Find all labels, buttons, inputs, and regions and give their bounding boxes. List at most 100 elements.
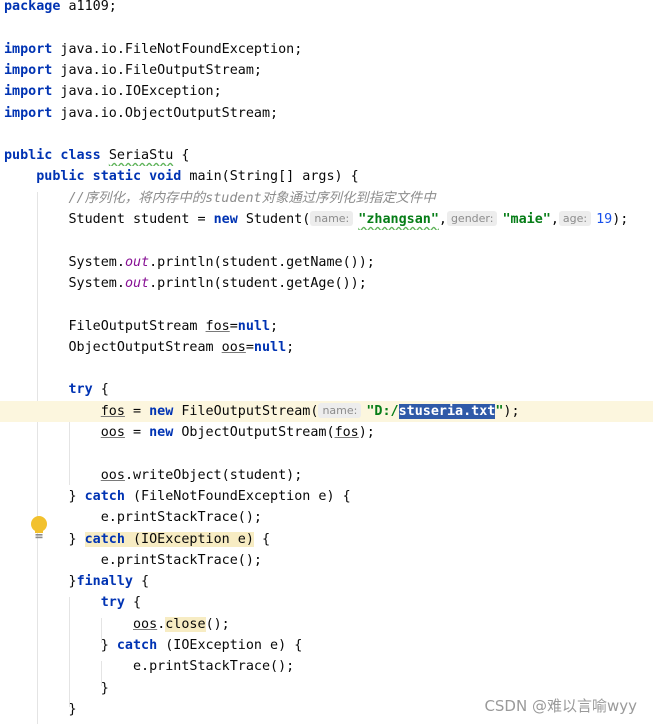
code-text: Student student = new Student(name: "zhan… bbox=[4, 209, 628, 230]
code-line[interactable]: } catch (FileNotFoundException e) { bbox=[0, 486, 653, 507]
code-line[interactable]: public static void main(String[] args) { bbox=[0, 166, 653, 187]
string-token: "zhangsan" bbox=[358, 212, 439, 227]
code-text: oos.writeObject(student); bbox=[4, 465, 303, 486]
code-line-current[interactable]: fos = new FileOutputStream(name: "D:/stus… bbox=[0, 400, 653, 422]
code-text: public static void main(String[] args) { bbox=[4, 166, 359, 187]
keyword-token: catch bbox=[84, 488, 125, 504]
code-line[interactable]: ObjectOutputStream oos=null; bbox=[0, 337, 653, 358]
code-line[interactable]: import java.io.ObjectOutputStream; bbox=[0, 103, 653, 124]
code-token: main(String[] args) { bbox=[181, 169, 359, 185]
code-token: fos bbox=[334, 425, 359, 440]
selected-text: stuseria.txt bbox=[398, 403, 496, 419]
code-token: = bbox=[245, 339, 254, 355]
code-token: { bbox=[92, 382, 109, 398]
code-text: public class SeriaStu { bbox=[4, 145, 189, 166]
keyword-token: import bbox=[4, 84, 53, 100]
code-token: java.io.IOException; bbox=[52, 84, 222, 100]
code-line[interactable]: import java.io.IOException; bbox=[0, 81, 653, 102]
code-text: oos.close(); bbox=[4, 614, 230, 635]
code-line[interactable]: e.printStackTrace(); bbox=[0, 656, 653, 677]
code-token: .println(student.getName()); bbox=[149, 254, 375, 270]
code-token: e.printStackTrace(); bbox=[4, 552, 262, 568]
code-line[interactable]: System.out.println(student.getAge()); bbox=[0, 273, 653, 294]
code-text: fos = new FileOutputStream(name: "D:/stus… bbox=[4, 401, 520, 422]
code-line[interactable]: FileOutputStream fos=null; bbox=[0, 316, 653, 337]
code-token: out bbox=[124, 275, 150, 291]
code-token: e.printStackTrace(); bbox=[4, 659, 295, 675]
code-token: } bbox=[4, 574, 77, 590]
code-token: , bbox=[438, 212, 447, 227]
code-line[interactable]: package a1109; bbox=[0, 0, 653, 17]
code-token: oos bbox=[133, 616, 158, 632]
code-line[interactable]: } catch (IOException e) { bbox=[0, 635, 653, 656]
code-token: ; bbox=[286, 339, 295, 355]
code-token: FileOutputStream( bbox=[173, 403, 319, 419]
code-line[interactable]: oos.close(); bbox=[0, 614, 653, 635]
code-token: ObjectOutputStream bbox=[4, 339, 222, 355]
code-token: { bbox=[253, 531, 271, 547]
code-token: Student student = bbox=[4, 212, 214, 227]
keyword-token: finally bbox=[76, 574, 133, 590]
code-text: e.printStackTrace(); bbox=[4, 550, 262, 571]
code-token: (); bbox=[205, 616, 230, 632]
code-line[interactable]: import java.io.FileNotFoundException; bbox=[0, 39, 653, 60]
keyword-token: public class bbox=[4, 148, 101, 164]
code-token: System. bbox=[4, 275, 125, 291]
keyword-token: import bbox=[4, 41, 53, 57]
code-text: } catch (FileNotFoundException e) { bbox=[4, 486, 351, 507]
code-line[interactable]: e.printStackTrace(); bbox=[0, 507, 653, 528]
code-line[interactable]: try { bbox=[0, 379, 653, 400]
code-token: fos bbox=[205, 318, 230, 334]
code-text: oos = new ObjectOutputStream(fos); bbox=[4, 422, 375, 443]
code-token: out bbox=[124, 254, 150, 270]
parameter-hint: name: bbox=[318, 402, 362, 418]
code-token: (IOException e) { bbox=[157, 638, 303, 653]
keyword-token: new bbox=[149, 403, 174, 419]
keyword-token: catch bbox=[84, 531, 125, 547]
code-text: try { bbox=[4, 379, 109, 400]
code-token: oos bbox=[100, 425, 125, 440]
parameter-hint: age: bbox=[558, 211, 592, 226]
code-text: import java.io.FileNotFoundException; bbox=[4, 39, 302, 60]
code-text: }finally { bbox=[4, 571, 149, 592]
parameter-hint: gender: bbox=[446, 211, 498, 226]
code-editor[interactable]: package a1109; import java.io.FileNotFoun… bbox=[0, 0, 653, 724]
code-line[interactable]: System.out.println(student.getName()); bbox=[0, 252, 653, 273]
code-line[interactable]: oos.writeObject(student); bbox=[0, 465, 653, 486]
code-line[interactable]: import java.io.FileOutputStream; bbox=[0, 60, 653, 81]
keyword-token: try bbox=[100, 595, 125, 611]
code-token: oos bbox=[221, 339, 246, 355]
keyword-token: try bbox=[68, 382, 93, 398]
code-text: } bbox=[4, 678, 109, 699]
code-token: } bbox=[4, 638, 117, 653]
code-text: System.out.println(student.getAge()); bbox=[4, 273, 366, 294]
keyword-token: import bbox=[4, 105, 53, 121]
keyword-token: import bbox=[4, 62, 53, 78]
code-line[interactable]: e.printStackTrace(); bbox=[0, 550, 653, 571]
code-token: FileOutputStream bbox=[4, 318, 206, 334]
code-line[interactable]: oos = new ObjectOutputStream(fos); bbox=[0, 422, 653, 443]
code-token: = bbox=[124, 403, 150, 419]
code-line[interactable]: Student student = new Student(name: "zhan… bbox=[0, 209, 653, 230]
code-line[interactable]: } catch (IOException e) { bbox=[0, 529, 653, 550]
code-line[interactable]: public class SeriaStu { bbox=[0, 145, 653, 166]
code-token: java.io.FileOutputStream; bbox=[52, 62, 262, 78]
code-line[interactable]: }finally { bbox=[0, 571, 653, 592]
watermark: CSDN @难以言喻wyy bbox=[484, 697, 637, 715]
keyword-token: catch bbox=[116, 638, 158, 653]
code-token: System. bbox=[4, 254, 125, 270]
lightbulb-icon[interactable] bbox=[29, 515, 49, 539]
code-text: try { bbox=[4, 592, 141, 613]
code-token: (FileNotFoundException e) { bbox=[124, 488, 351, 504]
comment-token: //序列化，将内存中的student对象通过序列化到指定文件中 bbox=[68, 190, 436, 206]
code-token: java.io.ObjectOutputStream; bbox=[52, 105, 279, 121]
code-line[interactable]: //序列化，将内存中的student对象通过序列化到指定文件中 bbox=[0, 188, 653, 209]
code-token: { bbox=[173, 148, 190, 164]
code-line[interactable]: try { bbox=[0, 592, 653, 613]
code-token: } bbox=[4, 680, 109, 696]
